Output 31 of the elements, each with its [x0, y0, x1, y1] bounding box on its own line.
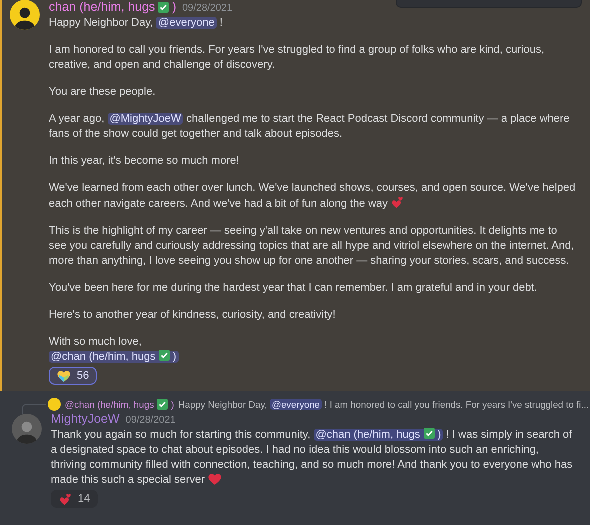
- user-mention[interactable]: @everyone: [270, 398, 322, 410]
- message-text: A year ago, @MightyJoeW challenged me to start the React Podcast Discord community — a place where fans of the show could get together and talk about episodes.: [49, 112, 571, 142]
- user-mention[interactable]: @chan (he/him, hugs ): [49, 351, 179, 363]
- avatar-icon: [48, 398, 61, 410]
- message-text: Happy Neighbor Day, @everyone !: [49, 16, 224, 31]
- user-mention[interactable]: @everyone: [156, 17, 217, 29]
- user-avatar[interactable]: [12, 414, 42, 444]
- two-hearts-icon: [59, 492, 72, 506]
- message-text: With so much love, @chan (he/him, hugs ): [49, 335, 180, 365]
- reaction-button[interactable]: 14: [51, 490, 98, 508]
- heart-icon: [57, 370, 71, 382]
- user-mention[interactable]: @chan (he/him, hugs ): [314, 429, 444, 441]
- author-name[interactable]: chan (he/him, hugs ): [49, 0, 176, 14]
- message-text: You've been here for me during the hardest year that I can remember. I am grateful and in your debt.: [49, 281, 538, 296]
- message-text: In this year, it's become so much more!: [49, 154, 240, 169]
- message-text: This is the highlight of my career — seeing y'all take on new ventures and opportunities. It delights me to see you carefully and curiously addressing topics that are all hype and vitriol elsewhere on the internet. And, more than anything, I love seeing you show up for one another — sharing your stories, scars, and success.: [49, 224, 576, 269]
- timestamp: 09/28/2021: [126, 415, 176, 426]
- message-text: Here's to another year of kindness, curiosity, and creativity!: [49, 308, 337, 323]
- user-mention[interactable]: @MightyJoeW: [108, 113, 184, 125]
- reply-preview[interactable]: Happy Neighbor Day, @everyone ! I am honored to call you friends. For years I've struggled to fi...: [178, 398, 590, 410]
- message-text: We've learned from each other over lunch. We've launched shows, courses, and open source. We've helped each other navigate careers. And we've had a bit of fun along the way: [49, 181, 576, 212]
- message-text: You are these people.: [49, 85, 157, 100]
- timestamp: 09/28/2021: [182, 3, 233, 14]
- two-hearts-icon: [391, 196, 404, 209]
- heart-icon: [208, 473, 222, 485]
- user-avatar[interactable]: [10, 0, 40, 30]
- author-name[interactable]: MightyJoeW: [51, 412, 120, 426]
- reply-author[interactable]: @chan (he/him, hugs ): [65, 398, 174, 410]
- reaction-button[interactable]: 56: [49, 367, 98, 385]
- message-text: Thank you again so much for starting this community, @chan (he/him, hugs ) ! I was simply in search of a designated space to chat about episodes. I had no idea this would blossom into such an enriching, thriving community filled with connection, teaching, and so much more! And thank you to everyone who has made this such a special server: [51, 428, 574, 488]
- message-text: I am honored to call you friends. For years I've struggled to find a group of folks who are kind, curious, creative, and open and challenge of discovery.: [49, 43, 546, 73]
